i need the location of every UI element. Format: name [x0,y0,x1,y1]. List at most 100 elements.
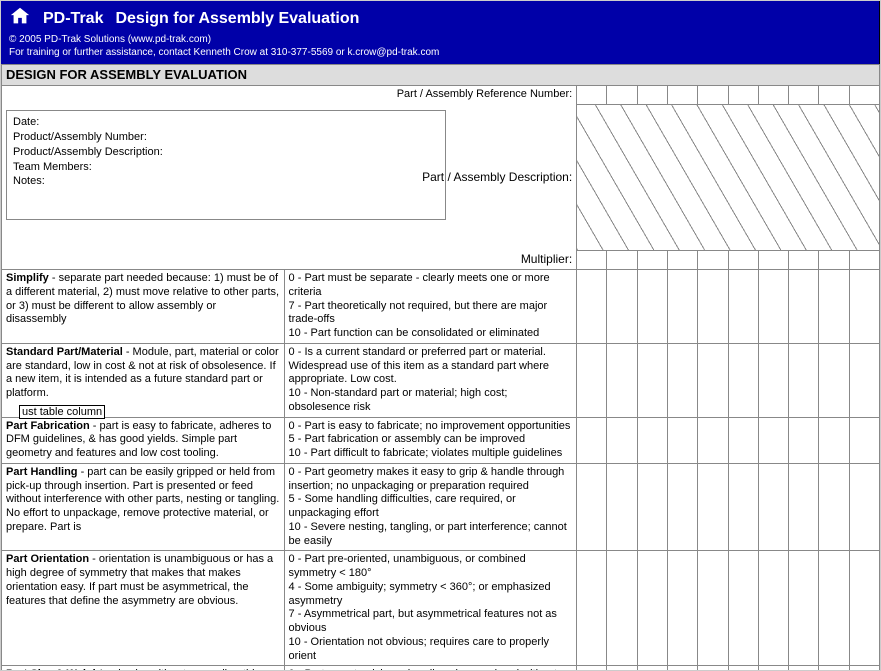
score-cell[interactable] [577,463,607,551]
score-cell[interactable] [698,551,728,666]
score-cell[interactable] [637,551,667,666]
score-cell[interactable] [728,463,758,551]
score-cell[interactable] [728,417,758,463]
score-cell[interactable] [728,551,758,666]
score-cell[interactable] [637,417,667,463]
criteria-title: Part Handling [6,466,78,478]
multiplier-label: Multiplier: [2,250,577,270]
score-cell[interactable] [698,343,728,417]
criteria-cell: Simplify - separate part needed because:… [2,270,285,344]
multiplier-cell[interactable] [667,250,697,270]
score-cell[interactable] [789,551,819,666]
score-cell[interactable] [667,551,697,666]
ref-number-cell[interactable] [607,86,637,104]
score-cell[interactable] [667,417,697,463]
ref-number-cell[interactable] [819,86,849,104]
score-cell[interactable] [698,417,728,463]
score-cell[interactable] [607,463,637,551]
score-cell[interactable] [789,666,819,670]
ref-number-cell[interactable] [789,86,819,104]
multiplier-cell[interactable] [789,250,819,270]
score-cell[interactable] [819,343,849,417]
scoring-cell: 0 - Part pre-oriented, unambiguous, or c… [284,551,577,666]
copyright-text: © 2005 PD-Trak Solutions (www.pd-trak.co… [9,34,871,45]
multiplier-cell[interactable] [849,250,879,270]
score-cell[interactable] [637,270,667,344]
ref-number-cell[interactable] [667,86,697,104]
score-cell[interactable] [758,463,788,551]
criteria-cell: Part Handling - part can be easily gripp… [2,463,285,551]
score-cell[interactable] [607,270,637,344]
score-cell[interactable] [758,270,788,344]
score-cell[interactable] [849,343,879,417]
score-cell[interactable] [607,417,637,463]
ref-number-cell[interactable] [758,86,788,104]
criteria-row: Simplify - separate part needed because:… [2,270,880,344]
score-cell[interactable] [637,463,667,551]
multiplier-cell[interactable] [728,250,758,270]
criteria-cell: Part Orientation - orientation is unambi… [2,551,285,666]
app-header: PD-Trak Design for Assembly Evaluation ©… [1,1,880,64]
score-cell[interactable] [849,417,879,463]
score-cell[interactable] [577,343,607,417]
score-cell[interactable] [577,666,607,670]
home-icon[interactable] [9,5,31,32]
score-cell[interactable] [667,343,697,417]
score-cell[interactable] [728,343,758,417]
multiplier-cell[interactable] [758,250,788,270]
score-cell[interactable] [819,417,849,463]
description-diagonal-region[interactable] [577,104,880,250]
score-cell[interactable] [849,463,879,551]
score-cell[interactable] [698,463,728,551]
page-title: Design for Assembly Evaluation [115,10,359,28]
score-cell[interactable] [758,417,788,463]
criteria-title: Part Fabrication [6,420,90,432]
score-cell[interactable] [849,551,879,666]
score-cell[interactable] [819,551,849,666]
ref-number-cell[interactable] [698,86,728,104]
ref-number-cell[interactable] [577,86,607,104]
score-cell[interactable] [698,666,728,670]
score-cell[interactable] [819,463,849,551]
score-cell[interactable] [789,417,819,463]
multiplier-cell[interactable] [698,250,728,270]
multiplier-cell[interactable] [577,250,607,270]
training-text: For training or further assistance, cont… [9,47,871,58]
score-cell[interactable] [728,270,758,344]
score-cell[interactable] [607,666,637,670]
score-cell[interactable] [607,551,637,666]
score-cell[interactable] [819,666,849,670]
score-cell[interactable] [728,666,758,670]
score-cell[interactable] [667,666,697,670]
score-cell[interactable] [849,666,879,670]
score-cell[interactable] [849,270,879,344]
score-cell[interactable] [637,343,667,417]
scoring-cell: 0 - Part geometry makes it easy to grip … [284,463,577,551]
section-title: DESIGN FOR ASSEMBLY EVALUATION [2,65,880,86]
score-cell[interactable] [758,551,788,666]
ref-number-cell[interactable] [849,86,879,104]
score-cell[interactable] [698,270,728,344]
score-cell[interactable] [637,666,667,670]
score-cell[interactable] [819,270,849,344]
score-cell[interactable] [577,417,607,463]
multiplier-cell[interactable] [637,250,667,270]
score-cell[interactable] [758,666,788,670]
score-cell[interactable] [577,270,607,344]
score-cell[interactable] [758,343,788,417]
multiplier-cell[interactable] [607,250,637,270]
criteria-title: Standard Part/Material [6,346,123,358]
score-cell[interactable] [789,343,819,417]
score-cell[interactable] [607,343,637,417]
criteria-title: Part Orientation [6,553,89,565]
score-cell[interactable] [667,463,697,551]
score-cell[interactable] [667,270,697,344]
scoring-cell: 0 - Part easy to pick-up, handle using o… [284,666,577,670]
score-cell[interactable] [789,270,819,344]
scoring-cell: 0 - Is a current standard or preferred p… [284,343,577,417]
ref-number-cell[interactable] [637,86,667,104]
ref-number-cell[interactable] [728,86,758,104]
score-cell[interactable] [789,463,819,551]
multiplier-cell[interactable] [819,250,849,270]
score-cell[interactable] [577,551,607,666]
